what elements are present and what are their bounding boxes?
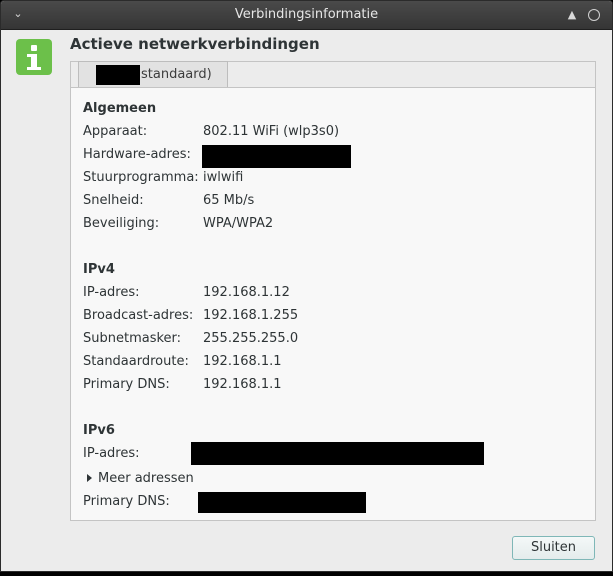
speed-label: Snelheid: <box>83 193 144 208</box>
tab-label: standaard) <box>141 67 212 82</box>
window-title: Verbindingsinformatie <box>234 7 379 22</box>
expander-arrow-icon <box>87 473 92 482</box>
more-addresses-label: Meer adressen <box>98 471 194 486</box>
ipv4-dns-value: 192.168.1.1 <box>203 377 282 392</box>
connection-info-window: ⌄ Verbindingsinformatie ▲ Actieve netwer… <box>0 0 613 572</box>
section-ipv4-title: IPv4 <box>83 262 115 277</box>
driver-label: Stuurprogramma: <box>83 170 199 185</box>
subnet-value: 255.255.255.0 <box>203 331 299 346</box>
section-general-title: Algemeen <box>83 101 157 116</box>
close-circle-icon[interactable] <box>588 9 600 21</box>
device-label: Apparaat: <box>83 124 148 139</box>
security-label: Beveiliging: <box>83 216 160 231</box>
dialog-heading: Actieve netwerkverbindingen <box>70 35 320 53</box>
ipv6-dns-redacted <box>198 492 366 513</box>
broadcast-label: Broadcast-adres: <box>83 308 194 323</box>
ipv4-dns-label: Primary DNS: <box>83 377 170 392</box>
speed-value: 65 Mb/s <box>203 193 255 208</box>
info-icon <box>16 39 52 75</box>
shade-up-icon[interactable]: ▲ <box>565 8 579 22</box>
more-addresses-expander[interactable]: Meer adressen <box>87 471 194 486</box>
device-value: 802.11 WiFi (wlp3s0) <box>203 124 340 139</box>
title-bar: ⌄ Verbindingsinformatie ▲ <box>1 1 612 30</box>
ipv6-address-redacted <box>191 442 484 465</box>
tab-connection[interactable]: standaard) <box>78 61 228 87</box>
default-route-value: 192.168.1.1 <box>203 354 282 369</box>
hardware-address-label: Hardware-adres: <box>83 147 191 162</box>
hardware-address-redacted <box>202 145 351 168</box>
ipv6-address-label: IP-adres: <box>83 446 140 461</box>
ipv4-address-label: IP-adres: <box>83 285 140 300</box>
driver-value: iwlwifi <box>203 170 244 185</box>
section-ipv6-title: IPv6 <box>83 423 115 438</box>
redacted-block <box>96 65 140 85</box>
ipv4-address-value: 192.168.1.12 <box>203 285 290 300</box>
security-value: WPA/WPA2 <box>203 216 274 231</box>
ipv6-dns-label: Primary DNS: <box>83 494 170 509</box>
default-route-label: Standaardroute: <box>83 354 189 369</box>
close-button[interactable]: Sluiten <box>512 536 595 560</box>
subnet-label: Subnetmasker: <box>83 331 182 346</box>
broadcast-value: 192.168.1.255 <box>203 308 299 323</box>
